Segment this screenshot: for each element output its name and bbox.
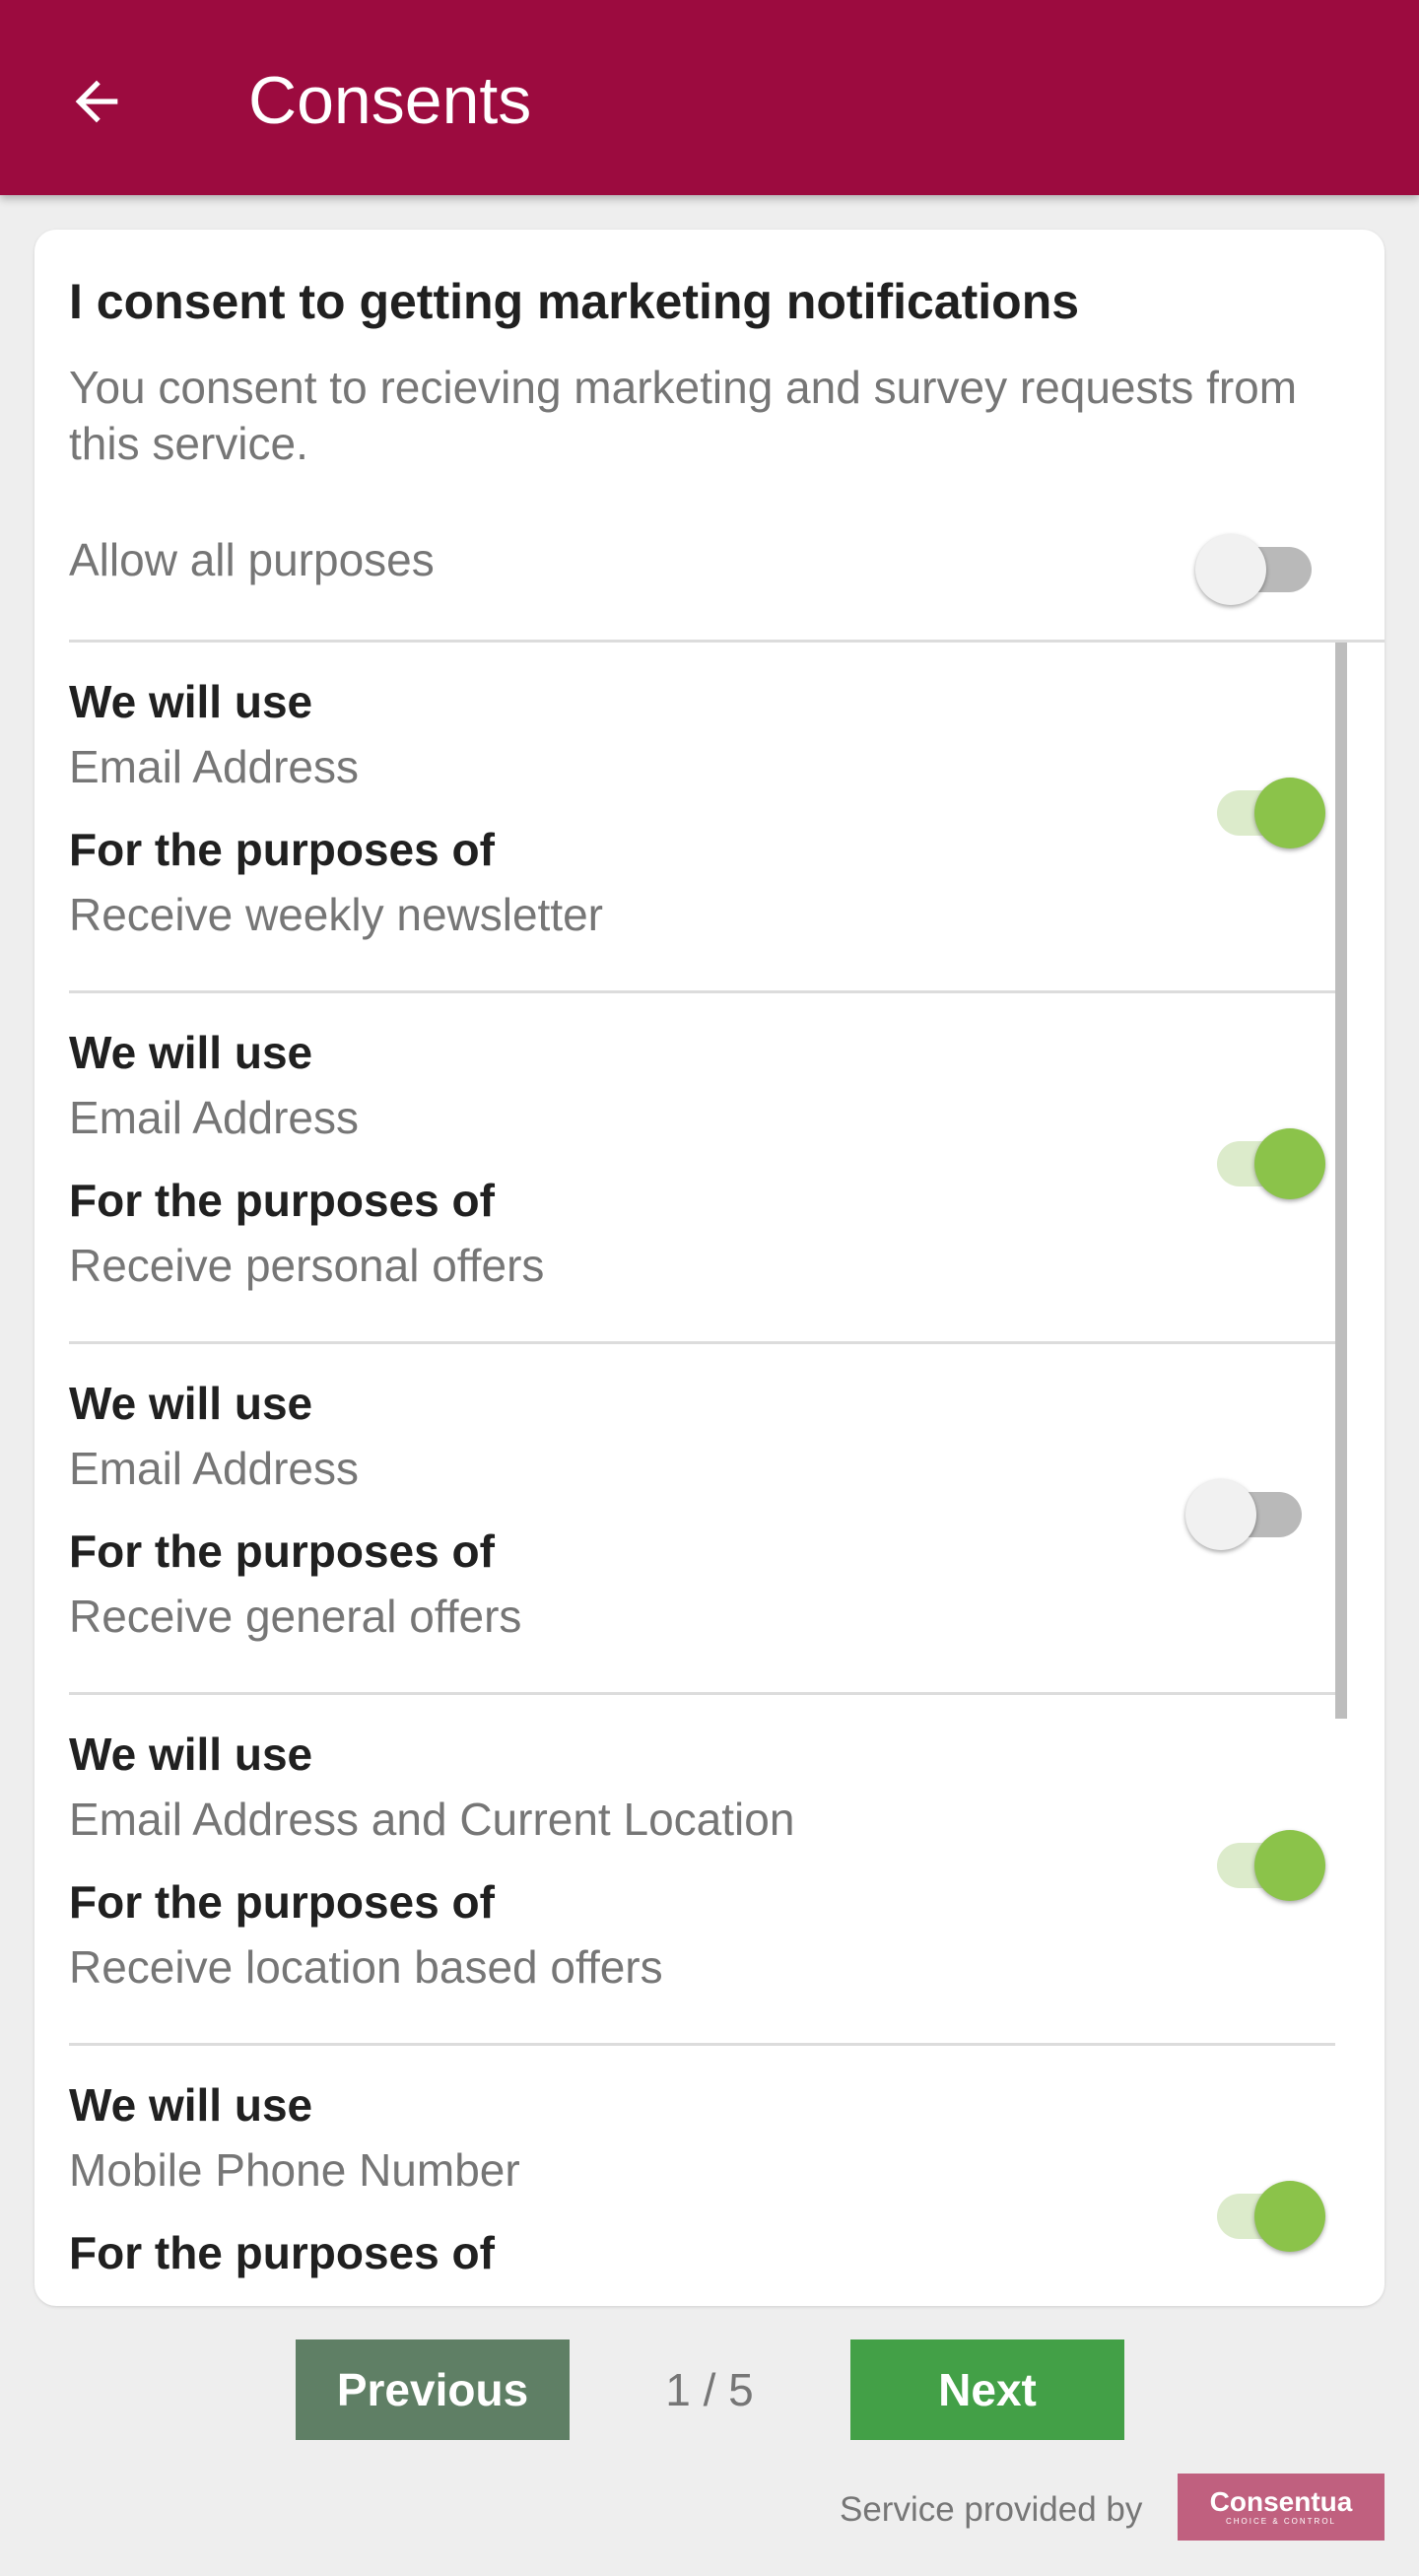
purpose-toggle[interactable] (1207, 1119, 1325, 1199)
allow-all-label: Allow all purposes (69, 534, 435, 585)
purpose-toggle[interactable] (1207, 1821, 1325, 1901)
purpose-toggle[interactable] (1207, 2172, 1325, 2252)
we-will-use-label: We will use (69, 676, 313, 727)
purpose-item: Receive location based offers (69, 1941, 663, 1993)
purpose-row-5: We will use Mobile Phone Number For the … (34, 2046, 1385, 2306)
data-item: Mobile Phone Number (69, 2144, 520, 2196)
brand-name: Consentua (1209, 2486, 1353, 2517)
purpose-row-1: We will use Email Address For the purpos… (34, 643, 1385, 993)
allow-all-toggle[interactable] (1195, 525, 1314, 605)
purpose-item: Receive weekly newsletter (69, 889, 604, 940)
purpose-row-3: We will use Email Address For the purpos… (34, 1344, 1385, 1695)
service-provided-text: Service provided by (840, 2490, 1143, 2529)
brand-tagline: CHOICE & CONTROL (1225, 2517, 1336, 2526)
list-scrollbar[interactable] (1335, 643, 1347, 1719)
purpose-list: We will use Email Address For the purpos… (34, 643, 1385, 2306)
we-will-use-label: We will use (69, 1729, 313, 1780)
page-indicator: 1 / 5 (665, 2364, 754, 2415)
app-bar: Consents (0, 0, 1419, 195)
data-item: Email Address (69, 1092, 360, 1143)
consentua-logo[interactable]: Consentua CHOICE & CONTROL (1178, 2474, 1385, 2541)
toggle-knob (1254, 1830, 1325, 1901)
purpose-item: Receive personal offers (69, 1240, 545, 1291)
purpose-item: Receive general offers (69, 1591, 522, 1642)
consent-card: I consent to getting marketing notificat… (34, 230, 1385, 2306)
purposes-label: For the purposes of (69, 2227, 495, 2278)
toggle-knob (1185, 1479, 1256, 1550)
purposes-label: For the purposes of (69, 824, 495, 875)
purposes-label: For the purposes of (69, 1525, 495, 1577)
we-will-use-label: We will use (69, 1378, 313, 1429)
toggle-knob (1254, 1128, 1325, 1199)
purpose-toggle[interactable] (1207, 769, 1325, 848)
arrow-back-icon (75, 80, 118, 123)
purposes-label: For the purposes of (69, 1175, 495, 1226)
page-title: Consents (248, 63, 532, 138)
data-item: Email Address (69, 1443, 360, 1494)
back-button[interactable] (49, 54, 144, 149)
we-will-use-label: We will use (69, 2079, 313, 2131)
data-item: Email Address and Current Location (69, 1794, 795, 1845)
toggle-knob (1254, 2181, 1325, 2252)
purpose-row-2: We will use Email Address For the purpos… (34, 993, 1385, 1344)
toggle-knob (1254, 778, 1325, 848)
purpose-row-4: We will use Email Address and Current Lo… (34, 1695, 1385, 2046)
next-button[interactable]: Next (850, 2339, 1124, 2440)
data-item: Email Address (69, 741, 360, 792)
consent-title: I consent to getting marketing notificat… (69, 274, 1080, 329)
toggle-knob (1195, 534, 1266, 605)
purpose-toggle[interactable] (1185, 1470, 1304, 1550)
we-will-use-label: We will use (69, 1027, 313, 1078)
consent-description: You consent to recieving marketing and s… (69, 362, 1298, 469)
previous-button[interactable]: Previous (296, 2339, 570, 2440)
purposes-label: For the purposes of (69, 1876, 495, 1928)
